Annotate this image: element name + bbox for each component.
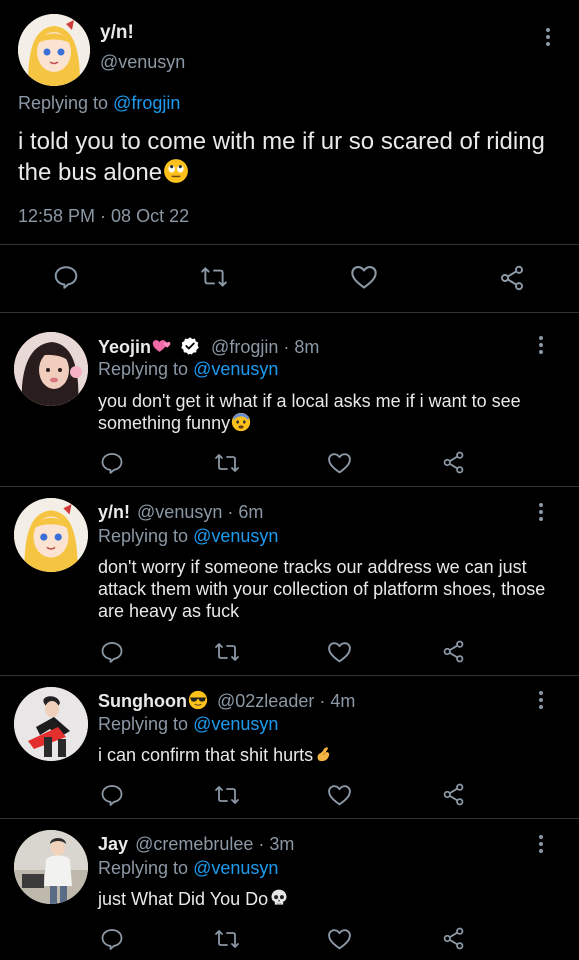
tweet-text: i told you to come with me if ur so scar… (18, 126, 548, 188)
avatar[interactable] (14, 830, 88, 904)
replying-to: Replying to @venusyn (98, 858, 278, 879)
replying-to-link[interactable]: @frogjin (113, 93, 180, 113)
avatar[interactable] (14, 332, 88, 406)
tweet-text-body: i can confirm that shit hurts (98, 745, 314, 765)
like-icon[interactable] (327, 640, 352, 664)
display-name[interactable]: y/n! (98, 502, 130, 522)
replying-to: Replying to @venusyn (98, 526, 278, 547)
display-name[interactable]: y/n! (100, 22, 134, 44)
skull-emoji (271, 889, 287, 905)
divider (0, 675, 579, 676)
tweet-text: you don't get it what if a local asks me… (98, 390, 548, 434)
share-icon[interactable] (441, 639, 466, 664)
tweet-text-body: just What Did You Do (98, 889, 269, 909)
reply-time: · 4m (319, 691, 356, 711)
display-name[interactable]: Jay (98, 834, 128, 854)
tweet-text: don't worry if someone tracks our addres… (98, 557, 546, 621)
fearful-face-emoji (231, 412, 251, 432)
handle[interactable]: @venusyn (100, 52, 185, 73)
more-options-icon[interactable] (537, 691, 545, 709)
like-icon[interactable] (327, 927, 352, 951)
reply-header: Sunghoon @02zleader · 4m (98, 690, 355, 712)
reply-header: y/n! @venusyn · 6m (98, 502, 263, 523)
retweet-icon[interactable] (214, 783, 240, 807)
replying-to-link[interactable]: @venusyn (193, 858, 278, 878)
like-icon[interactable] (327, 783, 352, 807)
replying-prefix: Replying to (98, 526, 194, 546)
retweet-icon[interactable] (200, 264, 228, 290)
timestamp: 12:58 PM · 08 Oct 22 (18, 206, 190, 226)
reply-icon[interactable] (100, 783, 124, 807)
share-icon[interactable] (441, 782, 466, 807)
replying-prefix: Replying to (98, 858, 194, 878)
divider (0, 486, 579, 487)
reply-icon[interactable] (100, 451, 124, 475)
more-options-icon[interactable] (537, 503, 545, 521)
retweet-icon[interactable] (214, 640, 240, 664)
tweet-text: just What Did You Do (98, 888, 548, 910)
reply-icon[interactable] (100, 640, 124, 664)
reply-header: Jay @cremebrulee · 3m (98, 834, 294, 855)
share-icon[interactable] (441, 926, 466, 951)
retweet-icon[interactable] (214, 451, 240, 475)
divider (0, 312, 579, 313)
replying-to-link[interactable]: @venusyn (193, 526, 278, 546)
more-options-icon[interactable] (537, 835, 545, 853)
pinching-hand-emoji (317, 747, 330, 762)
reply-time: · 8m (283, 337, 320, 357)
share-icon[interactable] (498, 264, 526, 292)
more-options-icon[interactable] (537, 336, 545, 354)
display-name[interactable]: Sunghoon (98, 691, 187, 711)
divider (0, 818, 579, 819)
share-icon[interactable] (441, 450, 466, 475)
avatar[interactable] (14, 498, 88, 572)
retweet-icon[interactable] (214, 927, 240, 951)
two-hearts-emoji (152, 340, 171, 352)
reply-icon[interactable] (100, 927, 124, 951)
handle[interactable]: @frogjin (211, 337, 278, 357)
replying-prefix: Replying to (98, 359, 194, 379)
tweet-text-body: i told you to come with me if ur so scar… (18, 128, 545, 186)
replying-prefix: Replying to (98, 714, 194, 734)
reply-icon[interactable] (53, 264, 79, 290)
sunglasses-face-emoji (188, 690, 208, 710)
replying-to-link[interactable]: @venusyn (193, 714, 278, 734)
divider (0, 244, 579, 245)
more-options-icon[interactable] (544, 28, 552, 46)
replying-to: Replying to @venusyn (98, 714, 278, 735)
rolling-eyes-emoji (164, 159, 189, 183)
reply-time: · 3m (258, 834, 295, 854)
like-icon[interactable] (327, 451, 352, 475)
handle[interactable]: @02zleader (217, 691, 314, 711)
display-name[interactable]: Yeojin (98, 337, 151, 357)
replying-to-link[interactable]: @venusyn (193, 359, 278, 379)
replying-prefix: Replying to (18, 93, 114, 113)
replying-to: Replying to @venusyn (98, 359, 278, 380)
verified-badge-icon (181, 337, 199, 355)
replying-to: Replying to @frogjin (18, 93, 180, 114)
reply-time: · 6m (227, 502, 264, 522)
avatar[interactable] (18, 14, 90, 86)
handle[interactable]: @cremebrulee (135, 834, 253, 854)
like-icon[interactable] (350, 264, 378, 290)
handle[interactable]: @venusyn (137, 502, 222, 522)
tweet-text-body: you don't get it what if a local asks me… (98, 391, 521, 433)
reply-header: Yeojin @frogjin · 8m (98, 336, 319, 358)
tweet-text: i can confirm that shit hurts (98, 744, 548, 766)
avatar[interactable] (14, 687, 88, 761)
